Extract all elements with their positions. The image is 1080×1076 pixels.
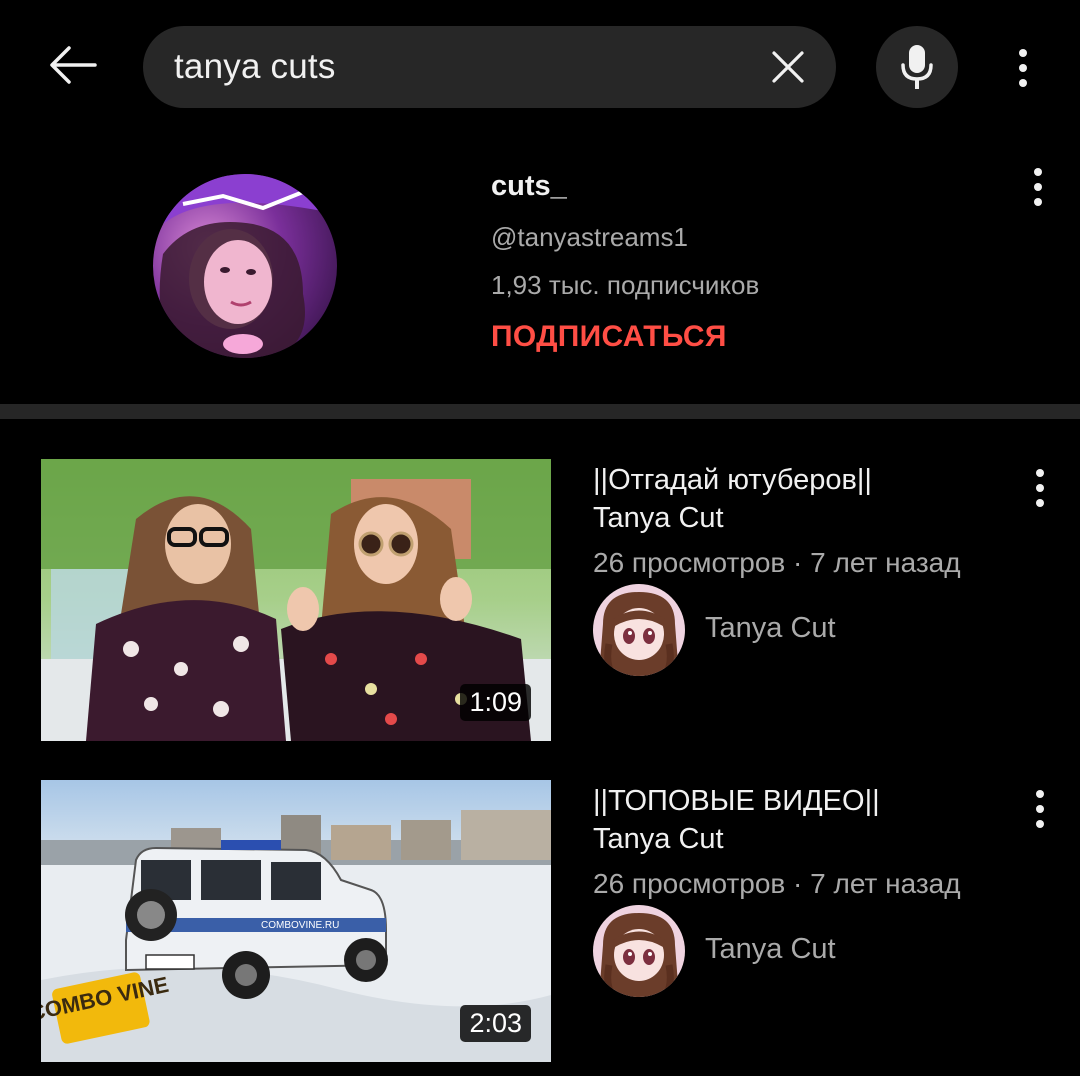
search-input[interactable]: tanya cuts xyxy=(143,26,836,108)
anime-avatar-image xyxy=(593,584,685,676)
video-more-button[interactable] xyxy=(1020,463,1060,513)
video-result[interactable]: 1:09 ||Отгадай ютуберов|| Tanya Cut 26 п… xyxy=(0,459,1080,741)
video-title-line: ||ТОПОВЫЕ ВИДЕО|| xyxy=(593,785,880,817)
subscribe-button[interactable]: ПОДПИСАТЬСЯ xyxy=(491,320,727,354)
video-duration: 2:03 xyxy=(460,1005,531,1042)
channel-result[interactable]: cuts_ @tanyastreams1 1,93 тыс. подписчик… xyxy=(0,140,1080,404)
channel-avatar[interactable] xyxy=(153,174,337,358)
more-options-button[interactable] xyxy=(1000,40,1046,96)
close-icon xyxy=(772,51,804,83)
video-title-line: Tanya Cut xyxy=(593,502,724,534)
video-thumbnail[interactable]: COMBOVINE.RU COMBO VINE 2:03 xyxy=(41,780,551,1062)
channel-name[interactable]: cuts_ xyxy=(491,170,567,203)
video-channel-avatar[interactable] xyxy=(593,905,685,997)
channel-subscribers: 1,93 тыс. подписчиков xyxy=(491,270,760,300)
channel-avatar-image xyxy=(153,174,337,358)
video-title[interactable]: ||Отгадай ютуберов|| Tanya Cut xyxy=(593,461,1013,537)
video-title-line: ||Отгадай ютуберов|| xyxy=(593,464,872,496)
clear-search-button[interactable] xyxy=(764,43,812,91)
video-channel-name[interactable]: Tanya Cut xyxy=(705,933,836,966)
video-duration: 1:09 xyxy=(460,684,531,721)
video-result[interactable]: COMBOVINE.RU COMBO VINE 2:03 ||ТОПОВЫЕ В… xyxy=(0,780,1080,1062)
back-button[interactable] xyxy=(40,32,106,98)
search-query[interactable]: tanya cuts xyxy=(174,26,336,108)
video-meta: 26 просмотров · 7 лет назад xyxy=(593,868,961,899)
video-channel-avatar[interactable] xyxy=(593,584,685,676)
anime-avatar-image xyxy=(593,905,685,997)
more-vertical-icon xyxy=(1036,469,1044,507)
more-vertical-icon xyxy=(1019,49,1027,87)
video-channel-name[interactable]: Tanya Cut xyxy=(705,612,836,645)
channel-more-button[interactable] xyxy=(1018,162,1058,212)
video-meta: 26 просмотров · 7 лет назад xyxy=(593,547,961,578)
voice-search-button[interactable] xyxy=(876,26,958,108)
video-title-line: Tanya Cut xyxy=(593,823,724,855)
channel-handle: @tanyastreams1 xyxy=(491,222,688,252)
arrow-left-icon xyxy=(50,46,97,84)
video-title[interactable]: ||ТОПОВЫЕ ВИДЕО|| Tanya Cut xyxy=(593,782,1013,858)
video-thumbnail[interactable]: 1:09 xyxy=(41,459,551,741)
more-vertical-icon xyxy=(1034,168,1042,206)
watermark-text: COMBOVINE.RU xyxy=(261,920,339,931)
video-more-button[interactable] xyxy=(1020,784,1060,834)
more-vertical-icon xyxy=(1036,790,1044,828)
section-divider xyxy=(0,404,1080,419)
top-bar: tanya cuts xyxy=(0,0,1080,140)
microphone-icon xyxy=(901,45,933,89)
